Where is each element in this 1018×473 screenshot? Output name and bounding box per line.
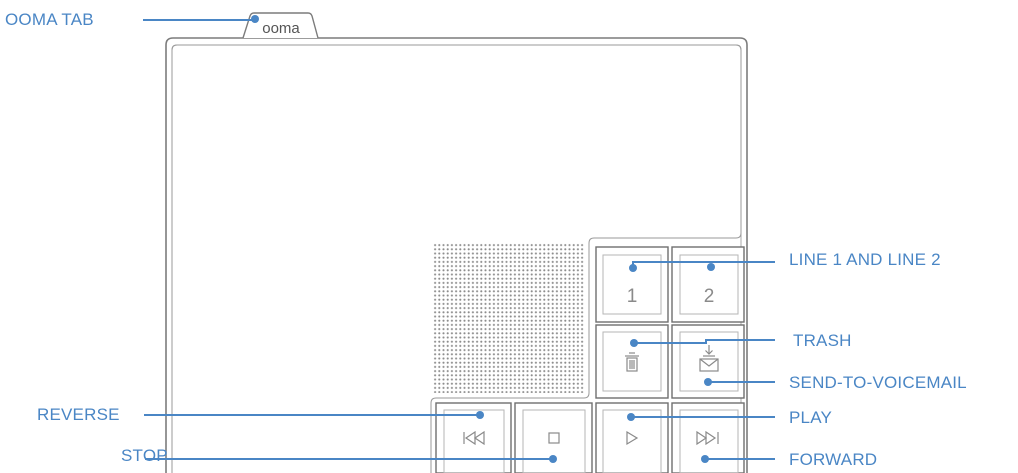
callout-send-to-voicemail: SEND-TO-VOICEMAIL: [789, 373, 967, 392]
line-1-button[interactable]: 1: [595, 246, 669, 323]
speaker-grille: [433, 243, 585, 393]
callout-reverse: REVERSE: [37, 405, 120, 424]
callout-play: PLAY: [789, 408, 833, 427]
leader-dot-reverse: [476, 411, 484, 419]
trash-icon: [625, 352, 639, 372]
ooma-tab-logo: ooma: [262, 20, 300, 37]
forward-button[interactable]: [671, 402, 745, 473]
callout-line-1-and-line-2: LINE 1 AND LINE 2: [789, 250, 941, 269]
leader-dot-voicemail: [704, 378, 712, 386]
callout-forward: FORWARD: [789, 450, 878, 469]
line-2-button[interactable]: 2: [671, 246, 745, 323]
line-2-label: 2: [704, 286, 715, 307]
callout-ooma-tab: OOMA TAB: [5, 10, 94, 29]
leader-dot-line-1: [629, 264, 637, 272]
trash-button[interactable]: [595, 324, 669, 399]
leader-dot-stop: [549, 455, 557, 463]
callout-stop: STOP: [121, 446, 168, 465]
callout-trash: TRASH: [793, 331, 852, 350]
reverse-button[interactable]: [435, 402, 512, 473]
leader-dot-trash: [630, 339, 638, 347]
leader-dot-ooma-tab: [251, 15, 259, 23]
ooma-device-diagram: ooma 1 2: [143, 12, 775, 473]
line-1-label: 1: [627, 286, 638, 307]
leader-dot-forward: [701, 455, 709, 463]
leader-dot-line-2: [707, 263, 715, 271]
leader-dot-play: [627, 413, 635, 421]
send-to-voicemail-button[interactable]: [671, 324, 745, 399]
